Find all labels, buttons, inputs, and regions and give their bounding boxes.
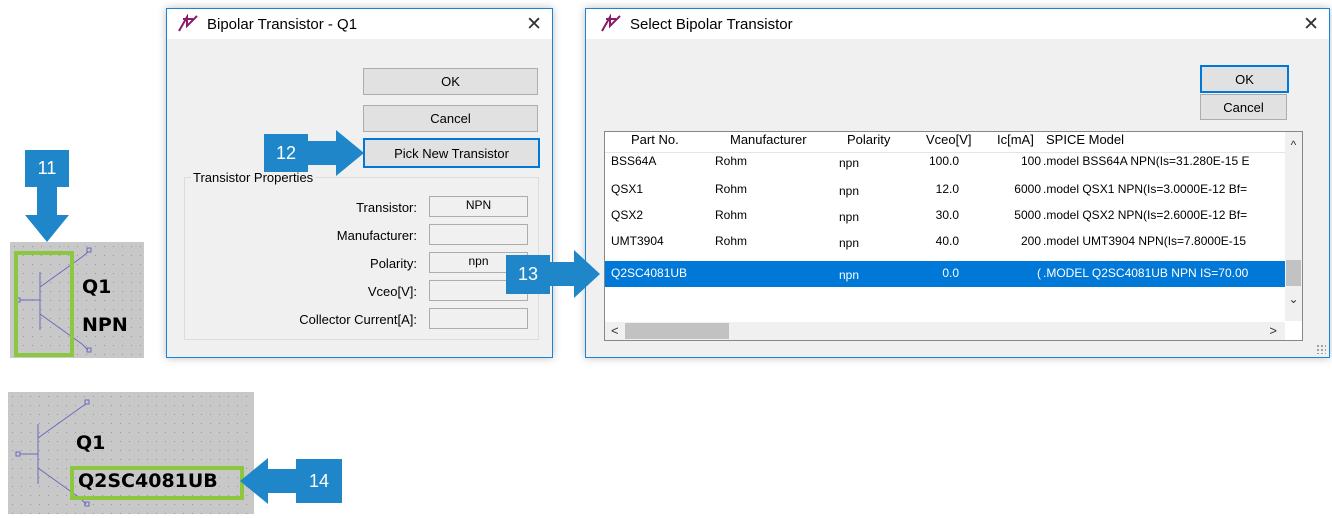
ok-button[interactable]: OK — [363, 68, 538, 95]
scroll-up-icon[interactable]: ^ — [1285, 138, 1302, 152]
arrow-right-icon — [306, 130, 364, 176]
col-manufacturer[interactable]: Manufacturer — [730, 132, 807, 152]
schematic-panel-top: Q1 NPN — [10, 242, 144, 358]
callout-14: 14 — [296, 459, 342, 503]
ref-designator: Q1 — [76, 432, 106, 454]
cell-ic: 6000 — [1014, 182, 1041, 196]
arrow-right-icon — [548, 250, 600, 298]
ref-designator: Q1 — [82, 276, 112, 298]
collector-current-value — [429, 308, 528, 329]
scrollbar-thumb[interactable] — [625, 323, 729, 339]
cell-polarity: npn — [839, 184, 860, 198]
part-value: NPN — [82, 314, 128, 336]
app-logo-icon — [601, 14, 621, 32]
dialog-select-transistor: Select Bipolar Transistor ✕ OK Cancel Pa… — [585, 8, 1330, 358]
table-row[interactable]: QSX1 Rohm npn 12.0 6000 .model QSX1 NPN(… — [605, 178, 1285, 204]
cell-part: QSX1 — [611, 182, 644, 196]
cell-vceo: 0.0 — [942, 266, 959, 280]
list-header: Part No. Manufacturer Polarity Vceo[V] I… — [605, 132, 1302, 153]
ok-button[interactable]: OK — [1200, 65, 1289, 93]
col-part-no[interactable]: Part No. — [631, 132, 679, 152]
table-row[interactable]: BSS64A Rohm npn 100.0 100 .model BSS64A … — [605, 152, 1285, 178]
manufacturer-label: Manufacturer: — [336, 228, 417, 243]
cell-mfr: Rohm — [715, 208, 748, 222]
transistor-list[interactable]: Part No. Manufacturer Polarity Vceo[V] I… — [604, 131, 1303, 341]
pick-new-transistor-button[interactable]: Pick New Transistor — [363, 138, 540, 168]
cell-part: BSS64A — [611, 154, 657, 168]
cell-part: Q2SC4081UB — [611, 266, 688, 280]
group-label: Transistor Properties — [191, 170, 316, 185]
scroll-left-icon[interactable]: < — [611, 323, 619, 338]
arrow-down-icon — [25, 187, 69, 242]
cell-part: QSX2 — [611, 208, 644, 222]
cell-ic: 100 — [1020, 154, 1041, 168]
callout-12: 12 — [264, 134, 308, 172]
schematic-panel-bottom: Q1 Q2SC4081UB — [8, 392, 254, 514]
vceo-label: Vceo[V]: — [367, 284, 417, 299]
cell-mfr: Rohm — [715, 234, 748, 248]
col-ic[interactable]: Ic[mA] — [997, 132, 1034, 152]
col-spice-model[interactable]: SPICE Model — [1046, 132, 1124, 152]
cell-vceo: 12.0 — [935, 182, 959, 196]
cell-ic: 5000 — [1014, 208, 1041, 222]
cell-ic: 200 — [1020, 234, 1041, 248]
cell-vceo: 40.0 — [935, 234, 959, 248]
cell-model: .model QSX2 NPN(Is=2.6000E-12 Bf= — [1043, 208, 1248, 222]
scrollbar-thumb[interactable] — [1286, 260, 1301, 286]
part-value: Q2SC4081UB — [78, 470, 218, 492]
cell-polarity: npn — [839, 236, 860, 250]
title-bar: Select Bipolar Transistor ✕ — [586, 9, 1329, 39]
cell-mfr: Rohm — [715, 182, 748, 196]
scroll-down-icon[interactable]: ⌄ — [1285, 292, 1302, 306]
table-row-selected[interactable]: Q2SC4081UB npn 0.0 ( .MODEL Q2SC4081UB N… — [605, 261, 1285, 287]
close-icon[interactable]: ✕ — [1303, 13, 1319, 35]
cell-model: .model UMT3904 NPN(Is=7.8000E-15 — [1043, 234, 1247, 248]
col-vceo[interactable]: Vceo[V] — [926, 132, 972, 152]
cell-vceo: 100.0 — [928, 154, 959, 168]
dialog-title: Select Bipolar Transistor — [630, 15, 793, 33]
cell-model: .model QSX1 NPN(Is=3.0000E-12 Bf= — [1043, 182, 1248, 196]
resize-grip-icon[interactable] — [1316, 344, 1326, 354]
table-row[interactable]: UMT3904 Rohm npn 40.0 200 .model UMT3904… — [605, 230, 1285, 256]
cancel-button[interactable]: Cancel — [1200, 94, 1287, 120]
dialog-title: Bipolar Transistor - Q1 — [207, 15, 358, 33]
cell-polarity: npn — [839, 268, 860, 282]
cell-polarity: npn — [839, 156, 860, 170]
cell-ic: ( — [1037, 266, 1041, 280]
cell-vceo: 30.0 — [935, 208, 959, 222]
vertical-scrollbar[interactable]: ^ ⌄ — [1285, 132, 1302, 321]
manufacturer-value — [429, 224, 528, 245]
horizontal-scrollbar[interactable]: < > — [605, 322, 1285, 340]
transistor-value: NPN — [429, 196, 528, 217]
highlight-box-symbol — [14, 251, 74, 357]
callout-11: 11 — [25, 150, 69, 187]
polarity-label: Polarity: — [370, 256, 417, 271]
cell-polarity: npn — [839, 210, 860, 224]
transistor-label: Transistor: — [356, 200, 417, 215]
cancel-button[interactable]: Cancel — [363, 105, 538, 132]
close-icon[interactable]: ✕ — [526, 13, 542, 35]
table-row[interactable]: QSX2 Rohm npn 30.0 5000 .model QSX2 NPN(… — [605, 204, 1285, 230]
dialog-bipolar-transistor: Bipolar Transistor - Q1 ✕ OK Cancel Pick… — [166, 8, 553, 358]
collector-current-label: Collector Current[A]: — [299, 312, 417, 327]
title-bar: Bipolar Transistor - Q1 ✕ — [167, 9, 552, 39]
cell-part: UMT3904 — [611, 234, 664, 248]
cell-model: .model BSS64A NPN(Is=31.280E-15 E — [1043, 154, 1250, 168]
callout-13: 13 — [506, 255, 550, 294]
cell-model: .MODEL Q2SC4081UB NPN IS=70.00 — [1043, 266, 1249, 280]
cell-mfr: Rohm — [715, 154, 748, 168]
col-polarity[interactable]: Polarity — [847, 132, 890, 152]
app-logo-icon — [178, 14, 198, 32]
scroll-right-icon[interactable]: > — [1269, 323, 1277, 338]
arrow-left-icon — [240, 458, 296, 504]
